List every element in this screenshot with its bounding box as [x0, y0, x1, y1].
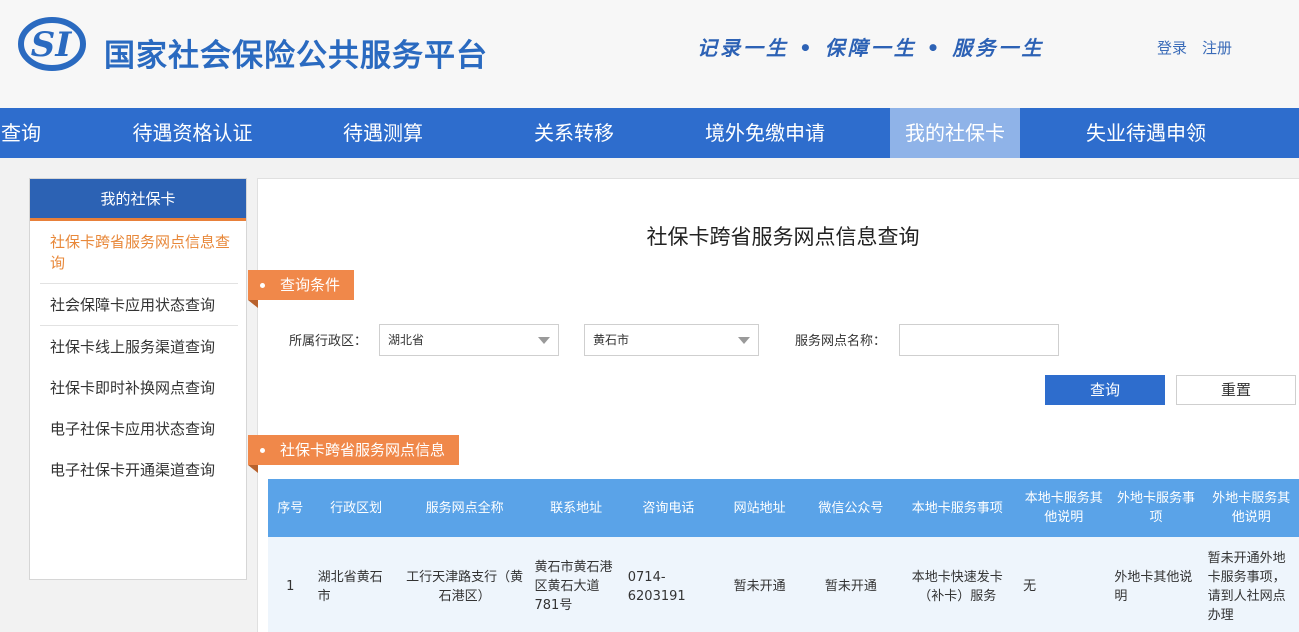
table-header-row: 序号 行政区划 服务网点全称 联系地址 咨询电话 网站地址 微信公众号 本地卡服…: [268, 479, 1299, 537]
chevron-down-icon: [538, 337, 550, 344]
cell-website: 暂未开通: [714, 537, 806, 632]
sidebar: 我的社保卡 社保卡跨省服务网点信息查询 社会保障卡应用状态查询 社保卡线上服务渠…: [29, 178, 247, 580]
site-header: SI 国家社会保险公共服务平台 记录一生 • 保障一生 • 服务一生 登录 注册: [0, 0, 1299, 108]
nav-item-eligibility-auth[interactable]: 待遇资格认证: [110, 108, 275, 158]
slogan: 记录一生 • 保障一生 • 服务一生: [697, 36, 1045, 60]
sidebar-item-cross-province-outlets[interactable]: 社保卡跨省服务网点信息查询: [50, 232, 240, 274]
nav-item-my-social-card[interactable]: 我的社保卡: [890, 108, 1020, 158]
col-header: 联系地址: [529, 479, 623, 537]
result-section-text: 社保卡跨省服务网点信息: [280, 441, 446, 459]
chevron-down-icon: [738, 337, 750, 344]
nav-item-unemployment-benefit[interactable]: 失业待遇申领: [1065, 108, 1227, 158]
cell-remote-notes: 暂未开通外地卡服务事项，请到人社网点办理: [1202, 537, 1299, 632]
cell-phone: 0714-6203191: [622, 537, 714, 632]
main-panel: 社保卡跨省服务网点信息查询 查询条件 所属行政区： 湖北省 黄石市 服务网点名称…: [248, 178, 1299, 632]
province-value: 湖北省: [388, 333, 425, 347]
col-header: 本地卡服务其他说明: [1018, 479, 1110, 537]
sidebar-item-card-status[interactable]: 社会保障卡应用状态查询: [50, 295, 240, 316]
bullet-icon: [260, 448, 265, 453]
sidebar-item-online-channels[interactable]: 社保卡线上服务渠道查询: [50, 337, 240, 358]
nav-item-overseas-exemption[interactable]: 境外免缴申请: [685, 108, 845, 158]
svg-text:SI: SI: [31, 25, 73, 65]
cell-address: 黄石市黄石港区黄石大道781号: [529, 537, 623, 632]
cell-local-service: 本地卡快速发卡（补卡）服务: [896, 537, 1019, 632]
sidebar-divider: [40, 325, 238, 326]
col-header: 外地卡服务事项: [1109, 479, 1203, 537]
sidebar-title: 我的社保卡: [30, 179, 246, 221]
col-header: 网站地址: [714, 479, 806, 537]
region-label: 所属行政区：: [289, 334, 368, 349]
ribbon-fold: [248, 300, 258, 308]
reset-button[interactable]: 重置: [1176, 375, 1296, 405]
col-header: 本地卡服务事项: [896, 479, 1019, 537]
cell-wechat: 暂未开通: [805, 537, 897, 632]
page-title: 社保卡跨省服务网点信息查询: [646, 225, 920, 249]
ribbon-fold: [248, 465, 258, 473]
col-header: 序号: [268, 479, 313, 537]
col-header: 服务网点全称: [399, 479, 530, 537]
outlet-name-input[interactable]: [899, 324, 1059, 356]
cell-region: 湖北省黄石市: [312, 537, 400, 632]
cell-remote-service: 外地卡其他说明: [1109, 537, 1203, 632]
city-value: 黄石市: [593, 333, 630, 347]
col-header: 行政区划: [312, 479, 400, 537]
search-button[interactable]: 查询: [1045, 375, 1165, 405]
login-link[interactable]: 登录: [1157, 37, 1187, 58]
sidebar-divider: [40, 283, 238, 284]
sidebar-item-ecard-status[interactable]: 电子社保卡应用状态查询: [50, 419, 240, 440]
main-nav: 查询 待遇资格认证 待遇测算 关系转移 境外免缴申请 我的社保卡 失业待遇申领: [0, 108, 1299, 158]
result-section-label: 社保卡跨省服务网点信息: [248, 435, 460, 473]
query-section-label: 查询条件: [248, 270, 355, 308]
col-header: 外地卡服务其他说明: [1202, 479, 1299, 537]
nav-item-query[interactable]: 查询: [0, 108, 62, 158]
sidebar-item-instant-replacement[interactable]: 社保卡即时补换网点查询: [50, 378, 240, 399]
nav-item-benefit-calc[interactable]: 待遇测算: [318, 108, 448, 158]
cell-outlet-name: 工行天津路支行（黄石港区）: [399, 537, 530, 632]
sidebar-item-ecard-channels[interactable]: 电子社保卡开通渠道查询: [50, 460, 240, 481]
outlet-name-label: 服务网点名称：: [795, 334, 887, 349]
city-select[interactable]: 黄石市: [584, 324, 759, 356]
province-select[interactable]: 湖北省: [379, 324, 559, 356]
bullet-icon: [260, 283, 265, 288]
si-logo-icon: SI: [18, 17, 86, 71]
site-title: 国家社会保险公共服务平台: [104, 38, 488, 74]
col-header: 微信公众号: [805, 479, 897, 537]
nav-item-relation-transfer[interactable]: 关系转移: [510, 108, 638, 158]
outlet-table: 序号 行政区划 服务网点全称 联系地址 咨询电话 网站地址 微信公众号 本地卡服…: [268, 479, 1299, 632]
col-header: 咨询电话: [622, 479, 714, 537]
cell-index: 1: [268, 537, 313, 632]
table-row: 1 湖北省黄石市 工行天津路支行（黄石港区） 黄石市黄石港区黄石大道781号 0…: [268, 537, 1299, 632]
query-section-text: 查询条件: [280, 276, 341, 294]
cell-local-notes: 无: [1018, 537, 1110, 632]
register-link[interactable]: 注册: [1202, 37, 1232, 58]
